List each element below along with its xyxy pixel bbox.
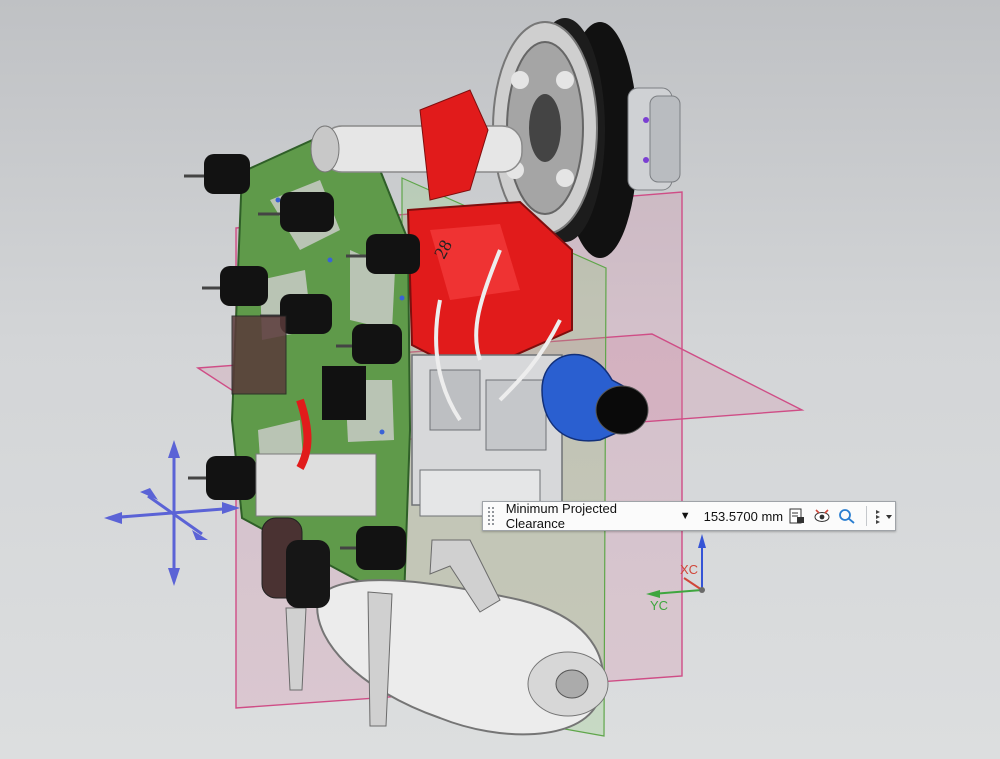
hub-coupling[interactable]: [627, 87, 681, 191]
measure-unit: mm: [761, 508, 784, 524]
mount-7[interactable]: [188, 456, 256, 500]
crankcase[interactable]: [411, 354, 563, 517]
drag-handle[interactable]: [487, 506, 495, 526]
toolbar-separator: [866, 506, 867, 526]
save-results-icon: [789, 508, 805, 524]
show-hide-button[interactable]: [812, 505, 833, 527]
more-options-button[interactable]: [873, 507, 895, 525]
save-results-button[interactable]: [786, 505, 807, 527]
measure-settings-icon: [839, 509, 856, 524]
dropdown-arrow-icon[interactable]: ▼: [680, 510, 691, 522]
more-options-icon: [876, 510, 892, 524]
xc-axis-label: XC: [680, 562, 699, 577]
mount-1[interactable]: [184, 154, 250, 194]
graphics-window[interactable]: 28 XC YC Minimum Projected Clearance ▼ 1…: [0, 0, 1000, 759]
crossbar-tube[interactable]: [310, 125, 523, 173]
measure-value: 153.5700: [703, 508, 758, 524]
engine-assembly-model[interactable]: 28: [0, 0, 1000, 759]
measure-settings-button[interactable]: [837, 505, 858, 527]
measure-floating-toolbar[interactable]: Minimum Projected Clearance ▼ 153.5700 m…: [482, 501, 896, 531]
show-hide-icon: [814, 509, 830, 522]
measure-mode-dropdown[interactable]: Minimum Projected Clearance ▼: [501, 501, 696, 531]
measure-mode-label: Minimum Projected Clearance: [505, 501, 617, 531]
mount-4[interactable]: [202, 266, 268, 306]
yc-axis-label: YC: [650, 598, 669, 613]
